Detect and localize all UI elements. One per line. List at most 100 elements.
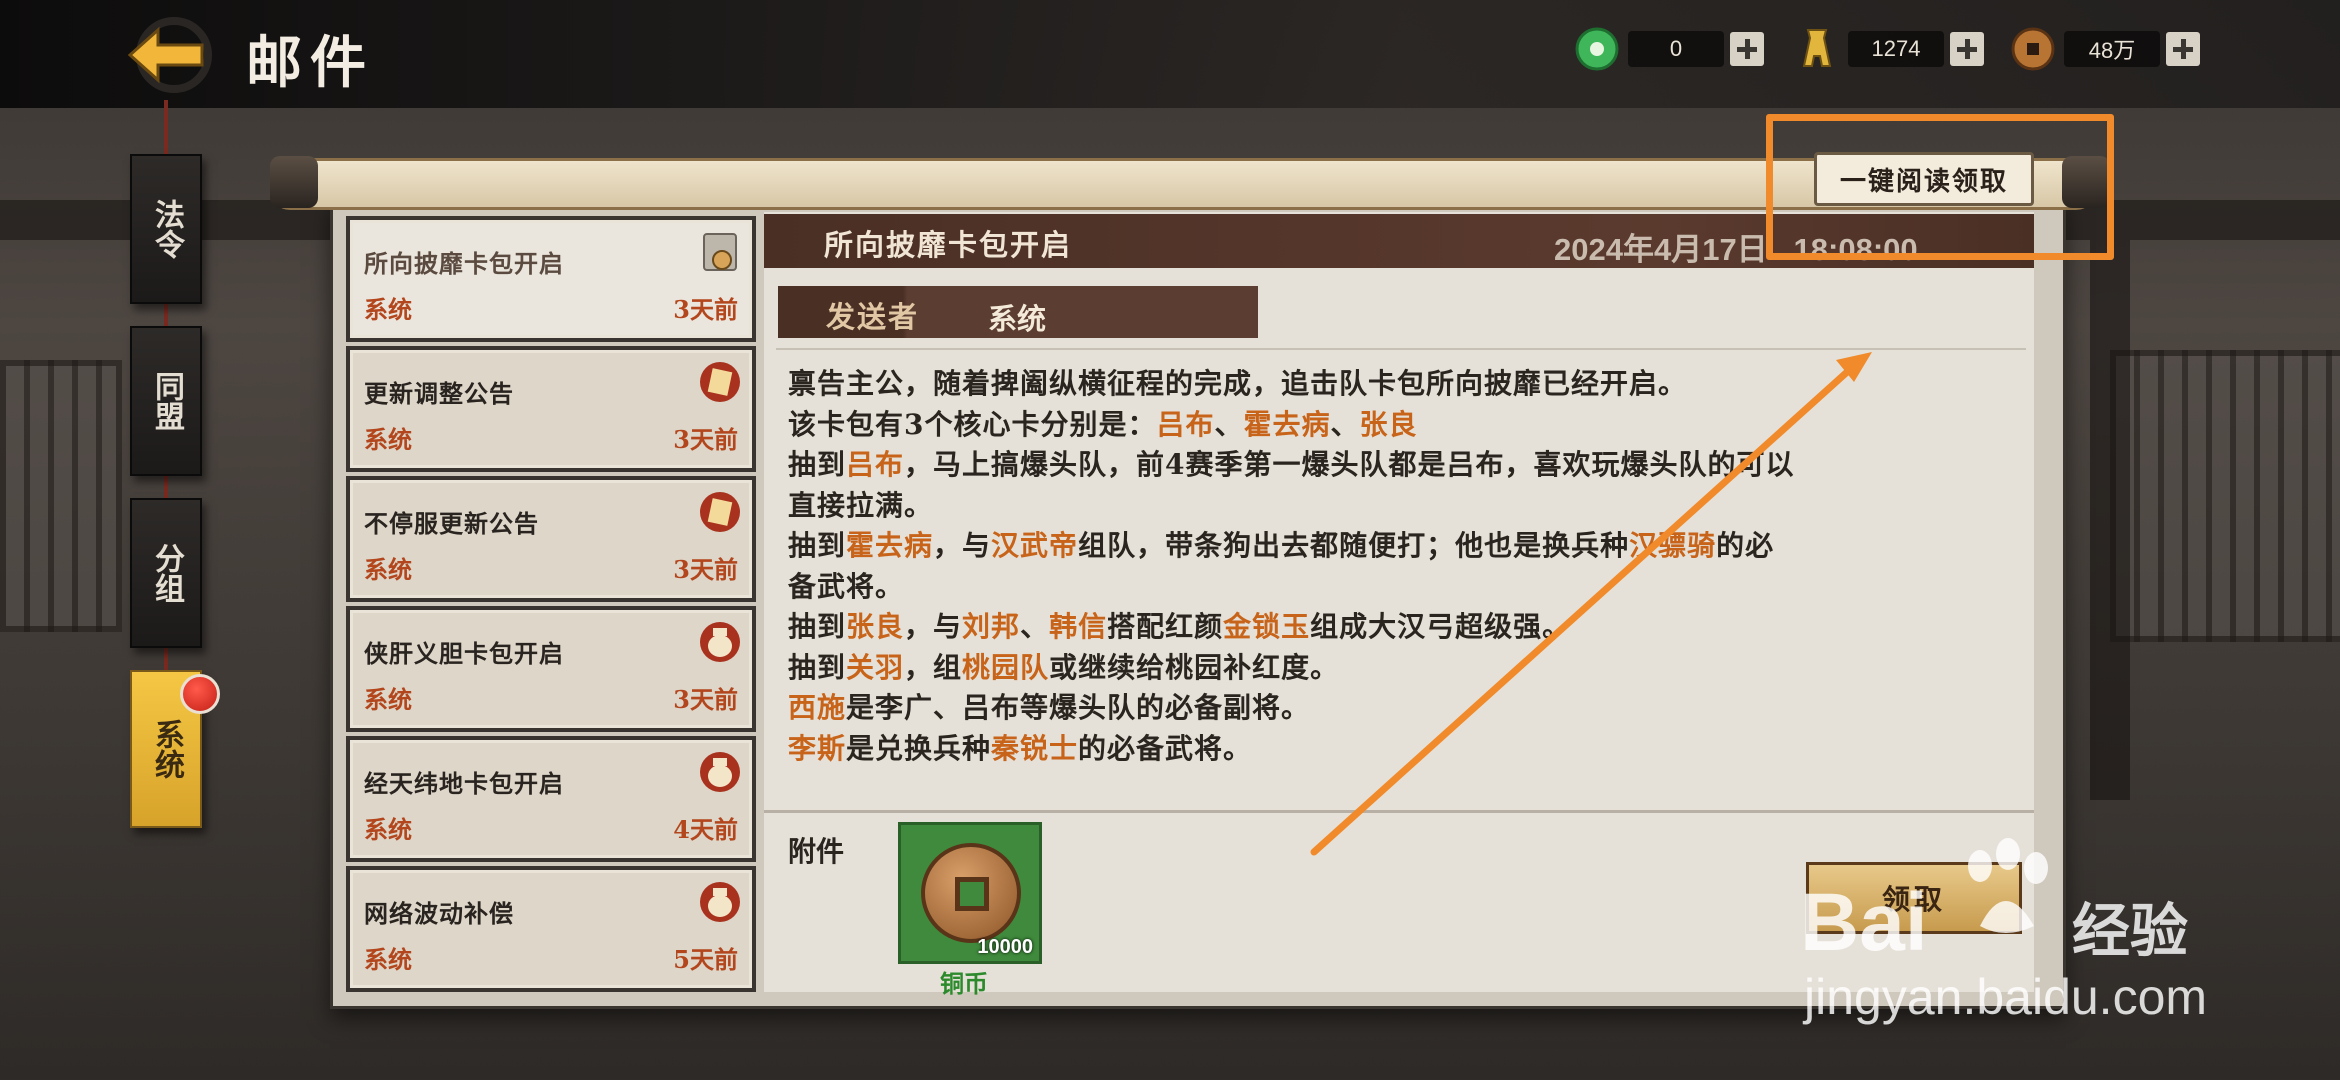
highlighted-text: 霍去病 [846, 529, 934, 562]
scroll-knob-left [270, 156, 318, 208]
highlighted-text: 金锁玉 [1223, 610, 1311, 643]
highlighted-text: 韩信 [1049, 610, 1108, 643]
body-line: 直接拉满。 [788, 486, 2028, 527]
body-text-segment: 抽到 [788, 448, 847, 481]
attachment-label: 附件 [788, 835, 845, 868]
body-text-segment: ，组 [904, 650, 963, 684]
highlighted-text: 桃园队 [962, 650, 1050, 684]
body-text-segment: 禀告主公，随着捭阖纵横征程的完成，追击队卡包所向披靡已经开启。 [788, 367, 1688, 400]
back-button[interactable] [120, 14, 216, 96]
mail-time: 3天前 [673, 685, 738, 714]
tab-label: 法令 [149, 199, 184, 259]
mail-list-item[interactable]: 所向披靡卡包开启 系统 3天前 [346, 216, 756, 342]
body-text-segment: 、 [1330, 407, 1360, 441]
attachment-count: 10000 [977, 936, 1033, 958]
tab-group[interactable]: 分组 [130, 498, 202, 648]
highlighted-text: 西施 [788, 691, 847, 724]
sender-value: 系统 [988, 302, 1047, 336]
background-window [2110, 350, 2340, 642]
notice-scroll-icon [700, 362, 740, 402]
background-window [0, 360, 122, 632]
body-text-segment: 、 [1214, 407, 1244, 441]
highlighted-text: 关羽 [846, 650, 905, 684]
mail-title: 不停服更新公告 [364, 509, 539, 538]
resource-copper: 48万 [2010, 26, 2200, 72]
body-text-segment: ，与 [933, 529, 992, 562]
highlighted-text: 秦锐士 [991, 731, 1079, 765]
body-text-segment: 抽到 [788, 650, 847, 684]
highlighted-text: 汉骠骑 [1629, 529, 1717, 562]
body-text-segment: 的必备武将。 [1078, 731, 1253, 765]
gift-bag-icon [700, 622, 740, 662]
mail-title: 更新调整公告 [364, 379, 514, 408]
body-text-segment: 备武将。 [788, 569, 905, 603]
mail-list-item[interactable]: 不停服更新公告 系统 3天前 [346, 476, 756, 602]
mail-list-item[interactable]: 经天纬地卡包开启 系统 4天前 [346, 736, 756, 862]
mail-list-item[interactable]: 侠肝义胆卡包开启 系统 3天前 [346, 606, 756, 732]
resource-spade: 1274 [1794, 26, 1984, 72]
paw-logo-icon [1968, 838, 2048, 933]
highlighted-text: 刘邦 [962, 610, 1021, 643]
mail-time: 3天前 [673, 555, 738, 584]
copper-coin-icon [921, 843, 1021, 943]
body-text-segment: 或继续给桃园补红度。 [1049, 650, 1340, 684]
mail-list-item[interactable]: 更新调整公告 系统 3天前 [346, 346, 756, 472]
body-line: 抽到关羽，组桃园队或继续给桃园补红度。 [788, 648, 2028, 689]
add-spade-button[interactable] [1950, 32, 1984, 66]
highlighted-text: 吕布 [846, 448, 905, 481]
highlighted-text: 汉武帝 [991, 529, 1079, 562]
body-text-segment: 是兑换兵种 [846, 731, 992, 765]
body-line: 抽到吕布，马上搞爆头队，前4赛季第一爆头队都是吕布，喜欢玩爆头队的可以 [788, 445, 2028, 486]
tab-alliance[interactable]: 同盟 [130, 326, 202, 476]
divider [776, 348, 2026, 350]
divider [764, 810, 2034, 813]
body-text-segment: 的必 [1716, 529, 1775, 562]
body-text-segment: 抽到 [788, 610, 847, 643]
tab-label: 分组 [149, 543, 184, 603]
body-text-segment: ，与 [904, 610, 963, 643]
mail-title: 网络波动补偿 [364, 899, 514, 928]
mail-sender: 系统 [364, 945, 412, 974]
mail-sender: 系统 [364, 425, 412, 454]
body-text-segment: 抽到 [788, 529, 847, 562]
copper-coin-icon [2011, 27, 2055, 71]
body-line: 禀告主公，随着捭阖纵横征程的完成，追击队卡包所向披靡已经开启。 [788, 364, 2028, 405]
mail-body: 禀告主公，随着捭阖纵横征程的完成，追击队卡包所向披靡已经开启。该卡包有3个核心卡… [788, 364, 2028, 792]
body-text-segment: 、 [1020, 610, 1050, 643]
notice-scroll-icon [700, 492, 740, 532]
attachment-name: 铜币 [940, 969, 988, 998]
page-title: 邮件 [246, 30, 374, 96]
add-copper-button[interactable] [2166, 32, 2200, 66]
body-text-segment: 直接拉满。 [788, 488, 934, 522]
spade-coin-icon [1802, 29, 1832, 67]
add-jade-button[interactable] [1730, 32, 1764, 66]
mail-list-item[interactable]: 网络波动补偿 系统 5天前 [346, 866, 756, 992]
highlighted-text: 吕布 [1156, 407, 1215, 441]
mail-time: 3天前 [673, 425, 738, 454]
body-line: 备武将。 [788, 567, 2028, 608]
sender-label: 发送者 [826, 300, 920, 334]
sender-bar: 发送者 系统 [778, 286, 1258, 338]
highlighted-text: 张良 [1359, 407, 1418, 441]
body-text-segment: 组成大汉弓超级强。 [1310, 610, 1572, 643]
body-line: 西施是李广、吕布等爆头队的必备副将。 [788, 688, 2028, 729]
mail-time: 3天前 [673, 295, 738, 324]
body-text-segment: 搭配红颜 [1107, 610, 1224, 643]
gift-bag-icon [700, 882, 740, 922]
body-text-segment: 是李广、吕布等爆头队的必备副将。 [846, 691, 1311, 724]
background-pillar [2090, 240, 2130, 800]
mail-time: 5天前 [673, 945, 738, 974]
mail-title: 经天纬地卡包开启 [364, 769, 564, 798]
mail-sender: 系统 [364, 295, 412, 324]
back-arrow-icon [127, 17, 212, 93]
watermark-brand-suffix: 经验 [2072, 897, 2189, 965]
body-line: 抽到张良，与刘邦、韩信搭配红颜金锁玉组成大汉弓超级强。 [788, 607, 2028, 648]
resource-spade-value: 1274 [1848, 31, 1944, 67]
body-line: 该卡包有3个核心卡分别是：吕布、霍去病、张良 [788, 405, 2028, 446]
body-text-segment: ，马上搞爆头队，前4赛季第一爆头队都是吕布，喜欢玩爆头队的可以 [904, 448, 1795, 481]
tab-decree[interactable]: 法令 [130, 154, 202, 304]
body-text-segment: 组队，带条狗出去都随便打；他也是换兵种 [1078, 529, 1630, 562]
attachment-item[interactable]: 10000 [898, 822, 1042, 964]
tab-label: 系统 [149, 719, 184, 779]
mail-sender: 系统 [364, 685, 412, 714]
